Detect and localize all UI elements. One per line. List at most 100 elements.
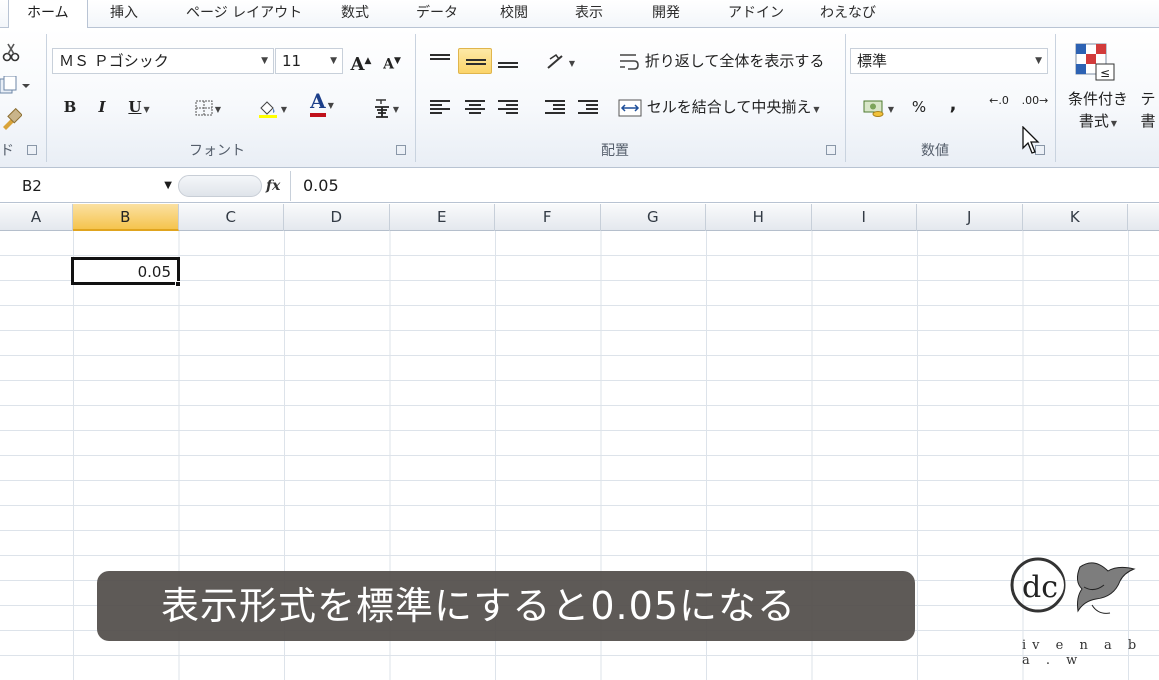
- chevron-down-icon: ▼: [327, 101, 334, 110]
- tab-addins[interactable]: アドイン: [728, 0, 784, 28]
- decrease-indent-button[interactable]: [545, 98, 565, 116]
- chevron-down-icon: ▼: [214, 105, 222, 114]
- column-header-g[interactable]: G: [601, 204, 706, 231]
- font-launcher-icon[interactable]: [396, 145, 406, 155]
- increase-indent-button[interactable]: [578, 98, 598, 116]
- active-cell-value: 0.05: [137, 263, 171, 281]
- column-header-c[interactable]: C: [179, 204, 284, 231]
- tab-view[interactable]: 表示: [575, 0, 603, 28]
- tab-data[interactable]: データ: [416, 0, 458, 28]
- tab-waenavi[interactable]: わえなび: [820, 0, 876, 28]
- chevron-down-icon: ▼: [1035, 56, 1042, 66]
- format-as-table-label-1: テ: [1140, 90, 1156, 108]
- arrow-left-icon: ←.0: [989, 94, 1009, 107]
- phonetic-guide-icon: [374, 98, 389, 118]
- column-header-b[interactable]: B: [73, 204, 179, 231]
- svg-text:dc: dc: [1022, 570, 1058, 605]
- conditional-format-icon: ≤: [1074, 42, 1120, 88]
- font-size-value: 11: [282, 52, 302, 70]
- top-align-button[interactable]: [430, 52, 450, 70]
- font-color-letter: A: [310, 89, 326, 117]
- percent-button[interactable]: %: [906, 94, 932, 120]
- chevron-down-icon: ▼: [143, 105, 150, 114]
- chevron-down-icon: ▼: [330, 56, 337, 66]
- underline-button[interactable]: U ▼: [122, 94, 156, 120]
- number-group-label: 数値: [921, 143, 949, 159]
- wrap-text-label: 折り返して全体を表示する: [644, 52, 825, 70]
- copy-icon[interactable]: [0, 75, 30, 100]
- fill-color-button[interactable]: ▼: [250, 94, 294, 120]
- fill-handle[interactable]: [175, 281, 181, 287]
- group-separator: [415, 34, 416, 162]
- cut-icon[interactable]: [2, 42, 20, 66]
- caret-up-icon: ▲: [364, 56, 372, 66]
- shrink-font-button[interactable]: A▼: [379, 48, 405, 74]
- accounting-format-button[interactable]: ▼: [856, 94, 900, 120]
- phonetic-button[interactable]: ▼: [366, 94, 406, 120]
- inc-decimal-label: .0: [998, 94, 1009, 107]
- comma-button[interactable]: ,: [940, 92, 966, 118]
- formula-input[interactable]: 0.05: [290, 171, 1159, 201]
- align-center-button[interactable]: [465, 98, 485, 116]
- alignment-launcher-icon[interactable]: [826, 145, 836, 155]
- tab-developer[interactable]: 開発: [652, 0, 680, 28]
- clipboard-launcher-icon[interactable]: [27, 145, 37, 155]
- name-box[interactable]: B2 ▼: [0, 173, 178, 199]
- font-group-label: フォント: [189, 143, 245, 159]
- group-separator: [46, 34, 47, 162]
- column-header-e[interactable]: E: [390, 204, 495, 231]
- column-header-f[interactable]: F: [495, 204, 601, 231]
- grow-font-button[interactable]: A▲: [348, 48, 374, 75]
- column-header-k[interactable]: K: [1023, 204, 1128, 231]
- align-left-button[interactable]: [430, 98, 450, 116]
- ribbon-tab-bar: ホーム 挿入 ページ レイアウト 数式 データ 校閲 表示 開発 アドイン わえ…: [0, 0, 1159, 30]
- chevron-down-icon: ▼: [568, 59, 576, 68]
- font-name-combo[interactable]: ＭＳ Ｐゴシック ▼: [52, 48, 274, 74]
- number-format-combo[interactable]: 標準 ▼: [850, 48, 1048, 74]
- chevron-down-icon: ▼: [164, 180, 172, 191]
- increase-decimal-button[interactable]: ←.0: [984, 94, 1014, 120]
- column-header-row: ABCDEFGHIJK: [0, 204, 1159, 231]
- middle-align-button[interactable]: [458, 48, 492, 74]
- currency-icon: [863, 100, 884, 117]
- tab-home[interactable]: ホーム: [8, 0, 88, 30]
- grow-font-letter: A: [350, 54, 365, 75]
- column-header-d[interactable]: D: [284, 204, 390, 231]
- column-header-j[interactable]: J: [917, 204, 1023, 231]
- font-size-combo[interactable]: 11 ▼: [275, 48, 343, 74]
- bottom-align-button[interactable]: [498, 56, 518, 74]
- underline-letter: U: [128, 98, 142, 116]
- svg-text:≤: ≤: [1100, 66, 1110, 80]
- chevron-down-icon: ▼: [813, 105, 820, 114]
- tab-formulas[interactable]: 数式: [341, 0, 369, 28]
- font-color-button[interactable]: A ▼: [300, 89, 344, 117]
- wrap-text-button[interactable]: 折り返して全体を表示する: [618, 48, 838, 74]
- chevron-down-icon: ▼: [261, 56, 268, 66]
- name-box-value: B2: [22, 177, 42, 195]
- formula-bar-resize-handle[interactable]: [178, 175, 262, 197]
- orientation-button[interactable]: ▼: [540, 48, 580, 74]
- conditional-formatting-button[interactable]: 条件付き 書式 ▼: [1062, 88, 1134, 136]
- borders-button[interactable]: ▼: [186, 94, 230, 120]
- column-header-a[interactable]: A: [0, 204, 73, 231]
- merge-center-button[interactable]: セルを結合して中央揃え ▼: [618, 94, 840, 120]
- tab-insert[interactable]: 挿入: [110, 0, 138, 28]
- tab-review[interactable]: 校閲: [500, 0, 528, 28]
- ribbon: ド ＭＳ Ｐゴシック ▼ 11 ▼ A▲ A▼ B I U ▼ ▼ ▼ A ▼ ▼ …: [0, 28, 1159, 168]
- decrease-decimal-button[interactable]: .00→: [1020, 94, 1050, 120]
- format-as-table-button[interactable]: テ 書: [1136, 88, 1159, 136]
- middle-align-icon: [466, 53, 486, 71]
- column-header-h[interactable]: H: [706, 204, 812, 231]
- column-header-i[interactable]: I: [812, 204, 917, 231]
- active-cell-b2[interactable]: 0.05: [71, 257, 180, 285]
- italic-button[interactable]: I: [90, 94, 114, 120]
- format-painter-icon[interactable]: [0, 107, 23, 134]
- tab-page-layout[interactable]: ページ レイアウト: [186, 0, 302, 28]
- format-as-table-label-2: 書: [1140, 112, 1156, 130]
- align-right-button[interactable]: [498, 98, 518, 116]
- subtitle-caption: 表示形式を標準にすると0.05になる: [97, 571, 915, 641]
- bold-button[interactable]: B: [58, 94, 82, 120]
- dec-decimal-label: .00: [1021, 94, 1040, 107]
- clipboard-group-label: ド: [0, 143, 14, 159]
- insert-function-button[interactable]: fx: [266, 173, 290, 199]
